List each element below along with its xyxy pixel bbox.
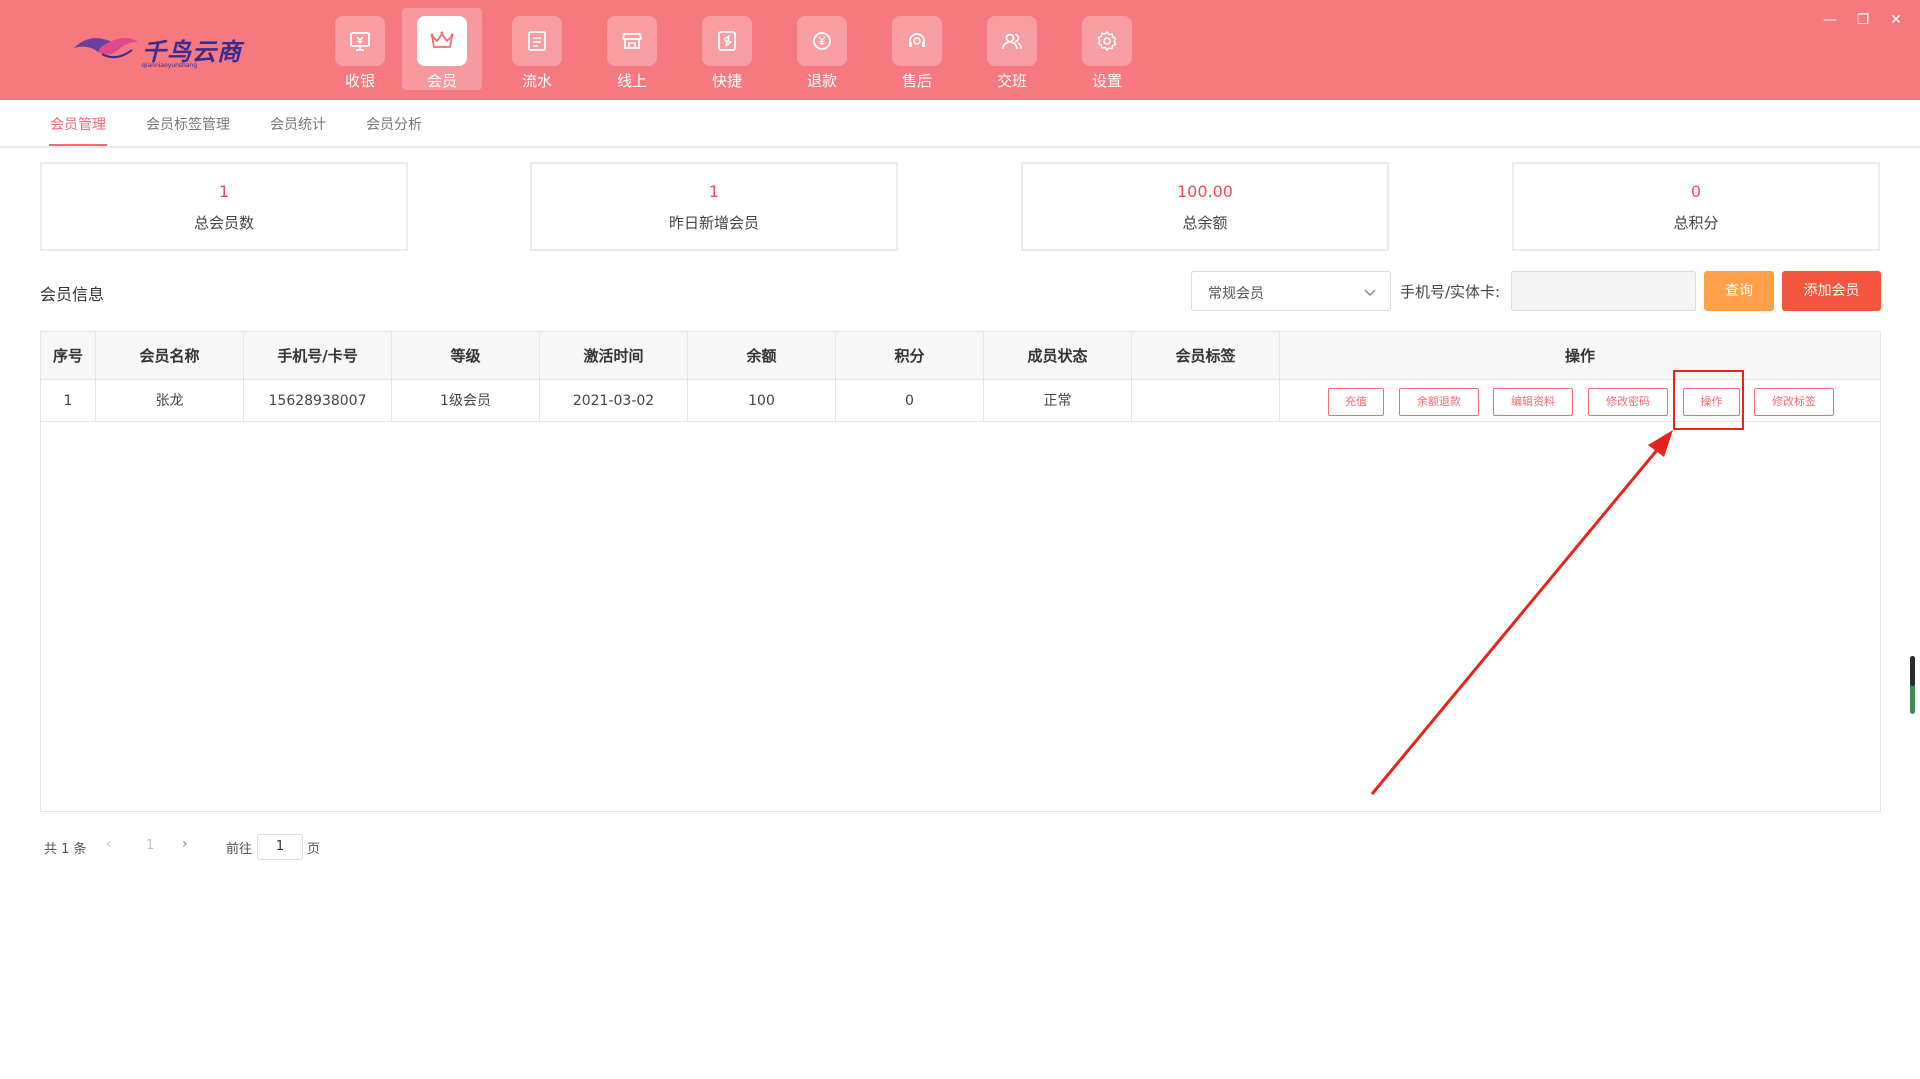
column-header: 积分 xyxy=(836,332,984,380)
edit-profile-button[interactable]: 编辑资料 xyxy=(1493,388,1573,416)
active-tab-indicator xyxy=(49,144,107,146)
column-header: 会员标签 xyxy=(1132,332,1280,380)
store-icon xyxy=(607,16,657,66)
next-page-icon[interactable]: › xyxy=(182,836,188,852)
column-header: 操作 xyxy=(1564,347,1595,365)
column-header: 会员名称 xyxy=(96,332,244,380)
phone-card-search-input[interactable] xyxy=(1511,271,1696,311)
tab-member-tag-management[interactable]: 会员标签管理 xyxy=(146,114,230,134)
goto-page-input[interactable]: 1 xyxy=(257,834,303,860)
table-row: 1 张龙 15628938007 1级会员 2021-03-02 100 0 正… xyxy=(41,380,1880,422)
nav-label: 设置 xyxy=(1091,72,1122,90)
cell-phone: 15628938007 xyxy=(244,380,392,422)
close-button[interactable]: ✕ xyxy=(1886,12,1906,28)
tab-member-statistics[interactable]: 会员统计 xyxy=(270,114,326,134)
nav-item-online[interactable]: 线上 xyxy=(592,8,672,90)
stat-label: 昨日新增会员 xyxy=(668,214,759,232)
tab-member-analysis[interactable]: 会员分析 xyxy=(366,114,422,134)
cell-balance: 100 xyxy=(688,380,836,422)
nav-item-aftersale[interactable]: 售后 xyxy=(877,8,957,90)
stat-label: 总积分 xyxy=(1673,214,1719,232)
crown-icon xyxy=(417,16,467,66)
tab-member-management[interactable]: 会员管理 xyxy=(50,114,106,134)
users-icon xyxy=(987,16,1037,66)
member-type-select[interactable]: 常规会员 xyxy=(1191,271,1391,311)
stat-card-total-balance: 100.00 总余额 xyxy=(1021,162,1389,251)
column-header: 余额 xyxy=(688,332,836,380)
add-member-button[interactable]: 添加会员 xyxy=(1782,271,1881,311)
stat-card-new-members-yesterday: 1 昨日新增会员 xyxy=(530,162,898,251)
app-logo: 千鸟云商 qianniaoyunshang xyxy=(72,26,242,72)
nav-item-settings[interactable]: 设置 xyxy=(1067,8,1147,90)
chevron-down-icon xyxy=(1364,289,1376,297)
nav-label: 售后 xyxy=(901,72,932,90)
page-unit-label: 页 xyxy=(307,842,321,857)
column-header: 激活时间 xyxy=(540,332,688,380)
nav-label: 收银 xyxy=(344,72,375,90)
restore-button[interactable]: ❐ xyxy=(1853,12,1873,28)
column-header: 手机号/卡号 xyxy=(244,332,392,380)
gear-icon xyxy=(1082,16,1132,66)
change-password-button[interactable]: 修改密码 xyxy=(1588,388,1668,416)
refund-icon xyxy=(797,16,847,66)
member-type-selected: 常规会员 xyxy=(1208,286,1264,302)
nav-label: 交班 xyxy=(996,72,1027,90)
sub-tabs: 会员管理 会员标签管理 会员统计 会员分析 xyxy=(0,100,1920,148)
column-header: 序号 xyxy=(41,332,96,380)
nav-label: 快捷 xyxy=(711,72,742,90)
goto-label: 前往 xyxy=(226,842,253,857)
nav-label: 流水 xyxy=(521,72,552,90)
cell-index: 1 xyxy=(41,380,96,422)
member-table: 序号 会员名称 手机号/卡号 等级 激活时间 余额 积分 成员状态 会员标签 操… xyxy=(40,331,1881,812)
stat-value: 0 xyxy=(1690,182,1702,201)
app-header: 千鸟云商 qianniaoyunshang 收银 会员 流水 线上 快捷 退款 … xyxy=(0,0,1920,100)
stat-value: 1 xyxy=(218,182,230,201)
query-button[interactable]: 查询 xyxy=(1704,271,1774,311)
cell-points: 0 xyxy=(836,380,984,422)
cell-activated: 2021-03-02 xyxy=(540,380,688,422)
stat-label: 总会员数 xyxy=(193,214,254,232)
nav-item-ledger[interactable]: 流水 xyxy=(497,8,577,90)
section-title: 会员信息 xyxy=(40,285,105,304)
column-header: 成员状态 xyxy=(984,332,1132,380)
cashier-monitor-icon xyxy=(335,16,385,66)
recharge-button[interactable]: 充值 xyxy=(1328,388,1384,416)
prev-page-icon[interactable]: ‹ xyxy=(106,836,112,852)
nav-item-shortcut[interactable]: 快捷 xyxy=(687,8,767,90)
bird-logo-icon xyxy=(74,38,138,59)
nav-label: 会员 xyxy=(426,72,457,90)
shortcut-icon xyxy=(702,16,752,66)
nav-label: 退款 xyxy=(806,72,837,90)
balance-refund-button[interactable]: 余额退款 xyxy=(1399,388,1479,416)
stat-label: 总余额 xyxy=(1182,214,1228,232)
table-header: 序号 会员名称 手机号/卡号 等级 激活时间 余额 积分 成员状态 会员标签 操… xyxy=(41,332,1880,380)
minimize-button[interactable]: — xyxy=(1820,12,1840,28)
pagination-total: 共 1 条 xyxy=(44,842,87,857)
page-number[interactable]: 1 xyxy=(146,838,154,853)
nav-item-handover[interactable]: 交班 xyxy=(972,8,1052,90)
edit-tags-button[interactable]: 修改标签 xyxy=(1754,388,1834,416)
cell-actions: 充值 余额退款 编辑资料 修改密码 操作 修改标签 xyxy=(1280,380,1880,422)
cell-name: 张龙 xyxy=(96,380,244,422)
headset-icon xyxy=(892,16,942,66)
nav-item-refund[interactable]: 退款 xyxy=(782,8,862,90)
nav-item-cashier[interactable]: 收银 xyxy=(320,8,400,90)
column-header: 等级 xyxy=(392,332,540,380)
logo-subtext: qianniaoyunshang xyxy=(142,62,198,69)
stat-value: 1 xyxy=(708,182,720,201)
annotation-highlight-box xyxy=(1673,370,1744,430)
cell-status: 正常 xyxy=(984,380,1132,422)
stat-card-total-points: 0 总积分 xyxy=(1512,162,1880,251)
stat-card-total-members: 1 总会员数 xyxy=(40,162,408,251)
nav-item-members[interactable]: 会员 xyxy=(402,8,482,90)
search-label: 手机号/实体卡: xyxy=(1400,283,1501,301)
scrollbar-thumb-top[interactable] xyxy=(1910,656,1915,686)
cell-tag xyxy=(1132,380,1280,422)
cell-level: 1级会员 xyxy=(392,380,540,422)
nav-label: 线上 xyxy=(616,72,647,90)
ledger-icon xyxy=(512,16,562,66)
stat-value: 100.00 xyxy=(1177,182,1233,201)
